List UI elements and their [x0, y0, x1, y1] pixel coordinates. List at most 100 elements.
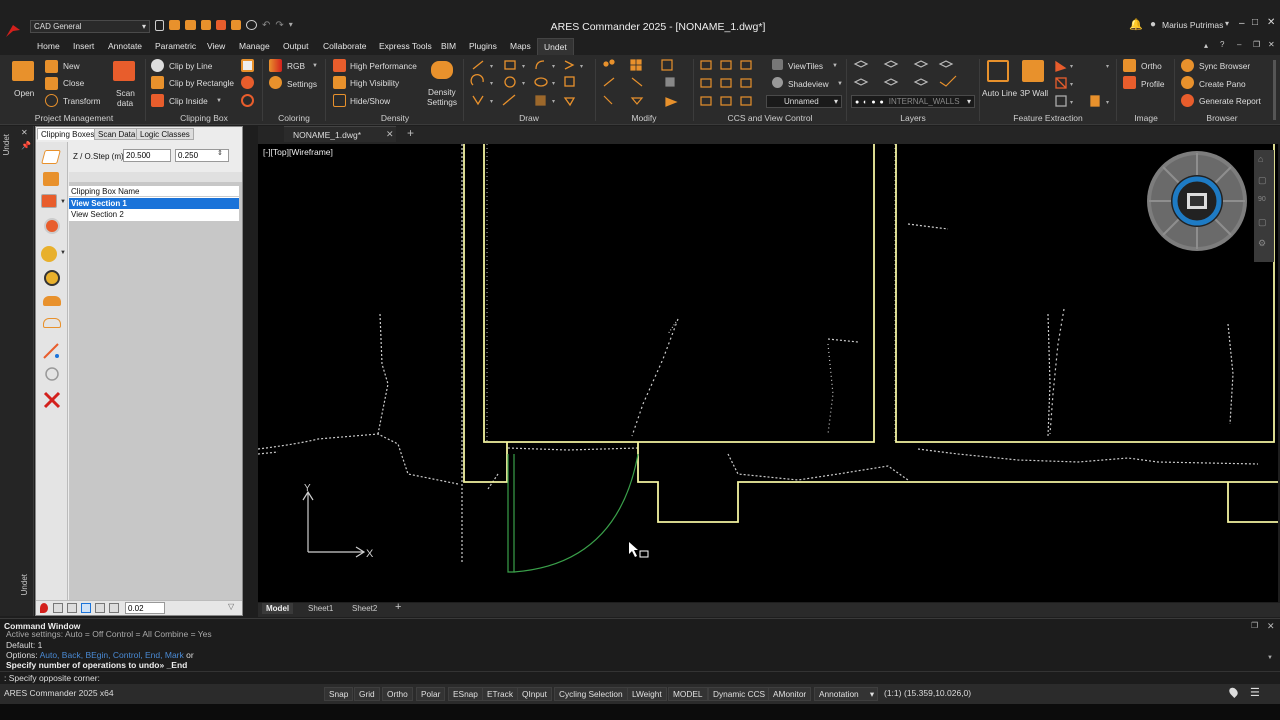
close-project-icon[interactable]	[45, 77, 58, 90]
zoom-out-icon[interactable]	[95, 603, 105, 613]
layer-select[interactable]: ● ◐ ● ● INTERNAL_WALLS ▾	[851, 95, 975, 108]
rgb-icon[interactable]	[269, 59, 282, 72]
cycling-selection-toggle[interactable]: Cycling Selection	[554, 687, 628, 701]
scan-data-label-1[interactable]: Scan	[116, 88, 135, 98]
tab-home[interactable]: Home	[37, 41, 60, 51]
settings-icon[interactable]: ⚙	[1258, 238, 1266, 249]
chevron-down-icon[interactable]: ▼	[216, 98, 222, 104]
float-window-icon[interactable]: ❐	[1251, 621, 1258, 630]
option-back[interactable]: Back,	[62, 650, 83, 660]
coloring-settings-icon[interactable]	[269, 76, 282, 89]
clip-tool-icon[interactable]	[241, 76, 254, 89]
tab-sheet1[interactable]: Sheet1	[308, 604, 333, 613]
add-sheet-icon[interactable]: +	[395, 601, 401, 613]
tab-model[interactable]: Model	[262, 603, 294, 614]
clip-reset-icon[interactable]	[241, 94, 254, 107]
tab-plugins[interactable]: Plugins	[469, 41, 497, 51]
z-value-input[interactable]	[123, 149, 171, 162]
high-visibility-icon[interactable]	[333, 76, 346, 89]
model-toggle[interactable]: MODEL	[668, 687, 708, 701]
close-window-icon[interactable]: ✕	[1267, 17, 1275, 28]
minimize-icon[interactable]: –	[1239, 18, 1245, 29]
clip-view-icon[interactable]	[41, 246, 57, 262]
close-tab-icon[interactable]: ✕	[386, 129, 394, 140]
clip-by-rectangle-label[interactable]: Clip by Rectangle	[169, 78, 234, 88]
viewtiles-label[interactable]: ViewTiles	[788, 61, 823, 71]
shadeview-label[interactable]: Shadeview	[788, 79, 829, 89]
chevron-down-icon[interactable]: ▼	[837, 81, 843, 87]
hide-show-icon[interactable]	[333, 94, 346, 107]
open-project-icon[interactable]	[12, 61, 34, 81]
sync-browser-label[interactable]: Sync Browser	[1199, 61, 1250, 71]
pan-icon[interactable]: ▢	[1258, 175, 1267, 186]
3p-wall-icon[interactable]	[1022, 60, 1044, 82]
tab-output[interactable]: Output	[283, 41, 309, 51]
home-icon[interactable]: ⌂	[1258, 154, 1263, 164]
tab-manage[interactable]: Manage	[239, 41, 270, 51]
zoom-in-icon[interactable]	[81, 603, 91, 613]
cloud-icon[interactable]	[43, 318, 61, 328]
grid-toggle[interactable]: Grid	[354, 687, 380, 701]
option-auto[interactable]: Auto,	[40, 650, 60, 660]
list-item[interactable]: View Section 2	[69, 209, 239, 220]
chevron-down-icon[interactable]: ▼	[60, 250, 66, 256]
command-input[interactable]: : Specify opposite corner:	[0, 671, 1280, 684]
open-project-label[interactable]: Open	[14, 88, 34, 98]
viewport-label[interactable]: [-][Top][Wireframe]	[263, 147, 333, 157]
draw-tools-icon[interactable]: ▾ ▾ ▾ ▾ ▾ ▾ ▾ ▾ ▾	[470, 58, 590, 110]
maximize-icon[interactable]: □	[1252, 17, 1258, 28]
named-view-select[interactable]: Unnamed ▾	[766, 95, 842, 108]
high-visibility-label[interactable]: High Visibility	[350, 78, 399, 88]
density-settings-icon[interactable]	[431, 61, 453, 79]
transform-icon[interactable]	[45, 94, 58, 107]
auto-line-label[interactable]: Auto Line	[982, 88, 1017, 98]
funnel-icon[interactable]: ▽	[228, 602, 234, 611]
help-icon[interactable]: ?	[1220, 40, 1224, 49]
generate-report-label[interactable]: Generate Report	[1199, 96, 1261, 106]
pin-icon[interactable]: 📌	[21, 141, 31, 150]
scan-data-icon[interactable]	[113, 61, 135, 81]
list-item[interactable]: View Section 1	[69, 198, 239, 209]
tab-annotate[interactable]: Annotate	[108, 41, 142, 51]
ortho-image-label[interactable]: Ortho	[1141, 61, 1162, 71]
clip-by-rectangle-icon[interactable]	[151, 76, 164, 89]
clip-box-edit-icon[interactable]	[43, 172, 59, 186]
command-scrollbar[interactable]: ▼	[1267, 631, 1275, 671]
tab-maps[interactable]: Maps	[510, 41, 531, 51]
measure-icon[interactable]	[42, 342, 62, 360]
ortho-toggle[interactable]: Ortho	[382, 687, 413, 701]
clip-inside-label[interactable]: Clip Inside	[169, 96, 208, 106]
clip-stop-icon[interactable]	[44, 218, 60, 234]
profile-icon[interactable]	[1123, 76, 1136, 89]
create-pano-icon[interactable]	[1181, 76, 1194, 89]
extraction-tools-icon[interactable]: ▾ ▾ ▾ ▾ ▾	[1053, 58, 1113, 110]
tab-parametric[interactable]: Parametric	[155, 41, 196, 51]
density-settings-label-1[interactable]: Density	[428, 87, 456, 97]
tab-insert[interactable]: Insert	[73, 41, 94, 51]
density-settings-label-2[interactable]: Settings	[427, 97, 457, 107]
qinput-toggle[interactable]: QInput	[517, 687, 552, 701]
tolerance-input[interactable]	[125, 602, 165, 614]
auto-line-icon[interactable]	[987, 60, 1009, 82]
new-project-icon[interactable]	[45, 60, 58, 73]
scan-data-label-2[interactable]: data	[117, 98, 133, 108]
grid-view-icon[interactable]	[53, 603, 63, 613]
tab-collaborate[interactable]: Collaborate	[323, 41, 366, 51]
add-tab-icon[interactable]: +	[407, 126, 414, 140]
ribbon-scroll[interactable]	[1273, 60, 1276, 120]
profile-label[interactable]: Profile	[1141, 79, 1165, 89]
snap-toggle[interactable]: Snap	[324, 687, 354, 701]
high-performance-icon[interactable]	[333, 59, 346, 72]
zoom-icon[interactable]: ▢	[1258, 217, 1267, 228]
cloud-upload-icon[interactable]	[43, 296, 61, 306]
tab-clipping-boxes[interactable]: Clipping Boxes	[37, 128, 99, 140]
tab-sheet2[interactable]: Sheet2	[352, 604, 377, 613]
doc-minimize-icon[interactable]: –	[1237, 40, 1241, 49]
user-name[interactable]: Marius Putrimas	[1162, 20, 1223, 30]
drawing-canvas[interactable]: Y X [-][Top][Wireframe] ⌂ ▢ 90 ▢ ⚙	[258, 144, 1278, 602]
doc-restore-icon[interactable]: ❐	[1253, 40, 1260, 49]
3p-wall-label[interactable]: 3P Wall	[1020, 88, 1048, 98]
option-control[interactable]: Control,	[113, 650, 143, 660]
tab-bim[interactable]: BIM	[441, 41, 456, 51]
clip-box-select-icon[interactable]	[41, 194, 57, 208]
